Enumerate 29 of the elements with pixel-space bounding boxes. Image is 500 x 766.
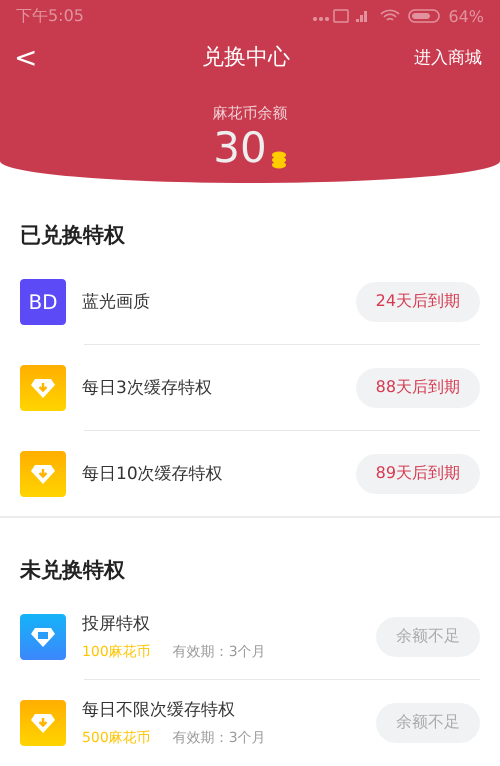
gem-download-icon: [20, 364, 66, 410]
gem-download-icon: [20, 450, 66, 496]
privilege-name: 每日3次缓存特权: [82, 377, 213, 399]
section-title: 未兑换特权: [20, 557, 126, 584]
privilege-name: 投屏特权: [82, 613, 151, 635]
validity-text: 有效期：3个月: [172, 643, 266, 661]
bd-icon: BD: [20, 278, 66, 324]
expiry-button[interactable]: 88天后到期: [356, 368, 480, 408]
back-button[interactable]: <: [10, 40, 42, 74]
page-title: 兑换中心: [202, 44, 290, 72]
privilege-name: 每日不限次缓存特权: [82, 699, 236, 721]
privilege-name: 每日10次缓存特权: [82, 463, 224, 485]
enter-store-link[interactable]: 进入商城: [414, 46, 482, 68]
expiry-button[interactable]: 89天后到期: [356, 454, 480, 494]
section-title: 已兑换特权: [20, 222, 126, 249]
battery-icon: [408, 9, 440, 23]
wifi-icon: [380, 9, 400, 23]
balance-label: 麻花币余额: [212, 104, 288, 123]
balance-amount: 30: [213, 127, 267, 169]
validity-text: 有效期：3个月: [172, 729, 266, 747]
battery-percent: 64%: [448, 6, 484, 26]
price-text: 500麻花币: [82, 729, 151, 747]
coin-icon: [270, 151, 287, 169]
status-time: 下午5:05: [16, 6, 84, 26]
expiry-button[interactable]: 24天后到期: [356, 282, 480, 322]
gem-screen-icon: [20, 614, 66, 660]
privilege-name: 蓝光画质: [82, 291, 151, 313]
price-text: 100麻花币: [82, 643, 151, 661]
gem-download-icon: [20, 700, 66, 746]
